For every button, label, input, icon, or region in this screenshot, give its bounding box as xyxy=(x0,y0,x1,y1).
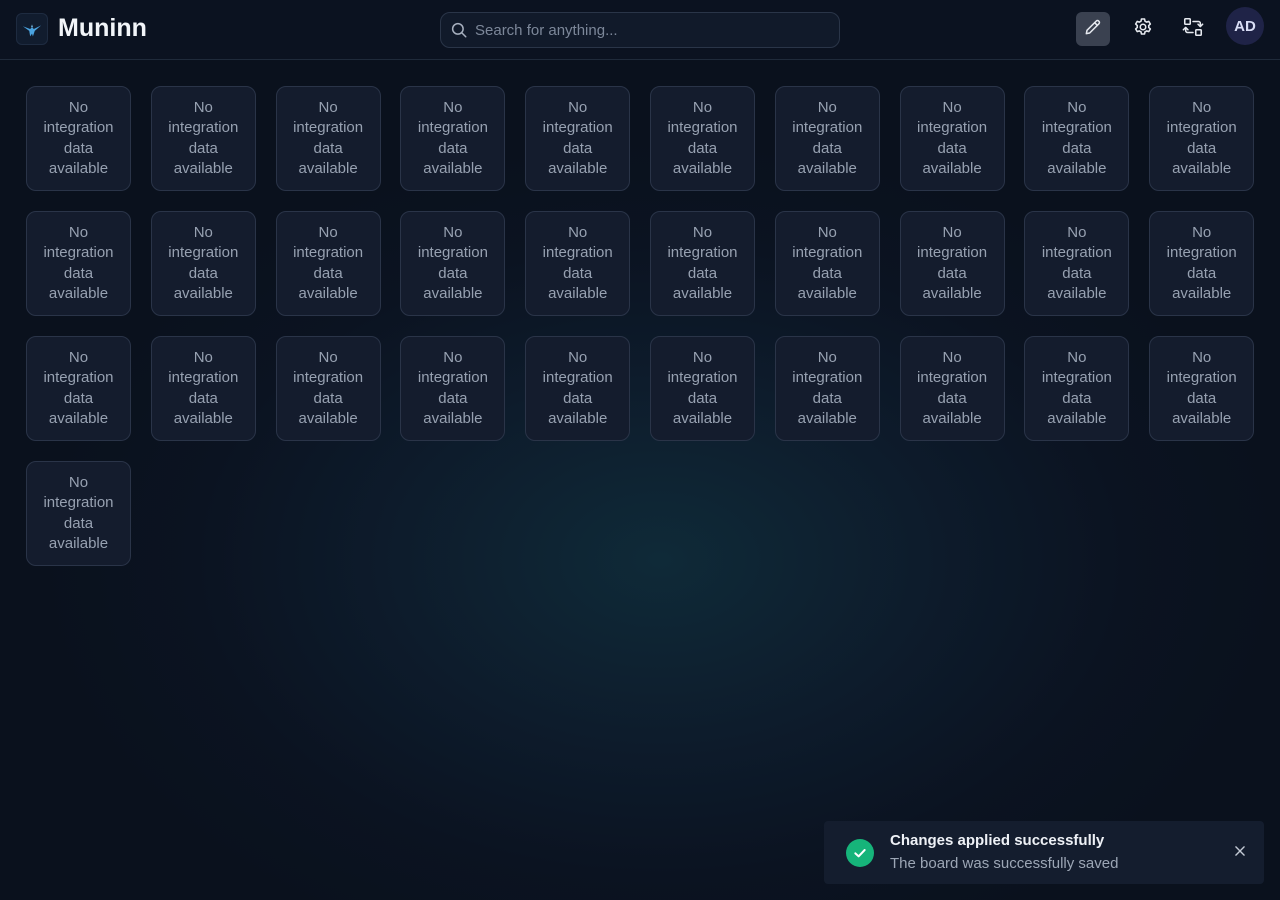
widget-empty-message: No integration data available xyxy=(1041,348,1112,427)
widget-empty-message: No integration data available xyxy=(667,348,738,427)
widget-tile[interactable]: No integration data available xyxy=(525,211,631,316)
widget-tile[interactable]: No integration data available xyxy=(275,211,381,316)
widget-empty-message: No integration data available xyxy=(792,98,863,177)
switch-board-button[interactable] xyxy=(1176,12,1210,46)
widget-tile[interactable]: No integration data available xyxy=(774,86,880,191)
widget-tile[interactable]: No integration data available xyxy=(1024,86,1130,191)
widget-tile[interactable]: No integration data available xyxy=(649,336,755,441)
pencil-icon xyxy=(1083,17,1103,42)
widget-tile[interactable]: No integration data available xyxy=(275,86,381,191)
widget-tile[interactable]: No integration data available xyxy=(525,336,631,441)
toast-message: The board was successfully saved xyxy=(890,855,1119,872)
widget-empty-message: No integration data available xyxy=(542,348,613,427)
search-bar[interactable] xyxy=(440,12,840,48)
success-toast: Changes applied successfully The board w… xyxy=(824,821,1264,884)
widget-tile[interactable]: No integration data available xyxy=(525,86,631,191)
widget-empty-message: No integration data available xyxy=(1041,223,1112,302)
edit-mode-button[interactable] xyxy=(1076,12,1110,46)
settings-button[interactable] xyxy=(1126,12,1160,46)
toast-close-button[interactable] xyxy=(1228,843,1252,863)
raven-logo-icon[interactable] xyxy=(16,13,48,45)
widget-empty-message: No integration data available xyxy=(542,223,613,302)
board-grid: No integration data available No integrat… xyxy=(26,86,1255,566)
widget-tile[interactable]: No integration data available xyxy=(649,211,755,316)
widget-empty-message: No integration data available xyxy=(417,348,488,427)
widget-empty-message: No integration data available xyxy=(417,98,488,177)
widget-tile[interactable]: No integration data available xyxy=(150,211,256,316)
close-icon xyxy=(1233,844,1247,863)
widget-empty-message: No integration data available xyxy=(168,98,239,177)
widget-tile[interactable]: No integration data available xyxy=(150,86,256,191)
widget-tile[interactable]: No integration data available xyxy=(899,336,1005,441)
widget-empty-message: No integration data available xyxy=(917,98,988,177)
widget-empty-message: No integration data available xyxy=(1166,98,1237,177)
widget-empty-message: No integration data available xyxy=(293,98,364,177)
widget-tile[interactable]: No integration data available xyxy=(26,211,131,316)
widget-tile[interactable]: No integration data available xyxy=(774,211,880,316)
widget-tile[interactable]: No integration data available xyxy=(26,336,131,441)
widget-tile[interactable]: No integration data available xyxy=(899,86,1005,191)
widget-empty-message: No integration data available xyxy=(1166,348,1237,427)
widget-tile[interactable]: No integration data available xyxy=(1149,211,1255,316)
widget-empty-message: No integration data available xyxy=(43,473,114,552)
widget-empty-message: No integration data available xyxy=(43,348,114,427)
widget-empty-message: No integration data available xyxy=(1041,98,1112,177)
widget-empty-message: No integration data available xyxy=(168,348,239,427)
search-icon xyxy=(450,21,468,39)
widget-tile[interactable]: No integration data available xyxy=(400,86,506,191)
widget-tile[interactable]: No integration data available xyxy=(899,211,1005,316)
widget-empty-message: No integration data available xyxy=(1166,223,1237,302)
widget-empty-message: No integration data available xyxy=(542,98,613,177)
widget-tile[interactable]: No integration data available xyxy=(26,86,131,191)
widget-empty-message: No integration data available xyxy=(667,98,738,177)
widget-tile[interactable]: No integration data available xyxy=(26,461,131,566)
widget-tile[interactable]: No integration data available xyxy=(649,86,755,191)
widget-empty-message: No integration data available xyxy=(293,223,364,302)
widget-tile[interactable]: No integration data available xyxy=(275,336,381,441)
check-icon xyxy=(846,839,874,867)
widget-tile[interactable]: No integration data available xyxy=(400,336,506,441)
widget-empty-message: No integration data available xyxy=(417,223,488,302)
widget-tile[interactable]: No integration data available xyxy=(774,336,880,441)
app-title[interactable]: Muninn xyxy=(58,13,147,43)
widget-empty-message: No integration data available xyxy=(168,223,239,302)
widget-tile[interactable]: No integration data available xyxy=(1149,336,1255,441)
widget-empty-message: No integration data available xyxy=(43,223,114,302)
widget-tile[interactable]: No integration data available xyxy=(1149,86,1255,191)
widget-empty-message: No integration data available xyxy=(792,348,863,427)
widget-tile[interactable]: No integration data available xyxy=(1024,211,1130,316)
widget-empty-message: No integration data available xyxy=(917,223,988,302)
widget-tile[interactable]: No integration data available xyxy=(400,211,506,316)
widget-tile[interactable]: No integration data available xyxy=(1024,336,1130,441)
widget-empty-message: No integration data available xyxy=(792,223,863,302)
arrows-swap-icon xyxy=(1182,16,1204,43)
gear-icon xyxy=(1132,16,1154,43)
widget-empty-message: No integration data available xyxy=(917,348,988,427)
toast-title: Changes applied successfully xyxy=(890,832,1105,849)
widget-empty-message: No integration data available xyxy=(43,98,114,177)
widget-tile[interactable]: No integration data available xyxy=(150,336,256,441)
search-input[interactable] xyxy=(475,13,825,47)
widget-empty-message: No integration data available xyxy=(293,348,364,427)
widget-empty-message: No integration data available xyxy=(667,223,738,302)
user-avatar[interactable]: AD xyxy=(1226,7,1264,45)
app-header: Muninn Search for anything... AD xyxy=(0,0,1280,60)
